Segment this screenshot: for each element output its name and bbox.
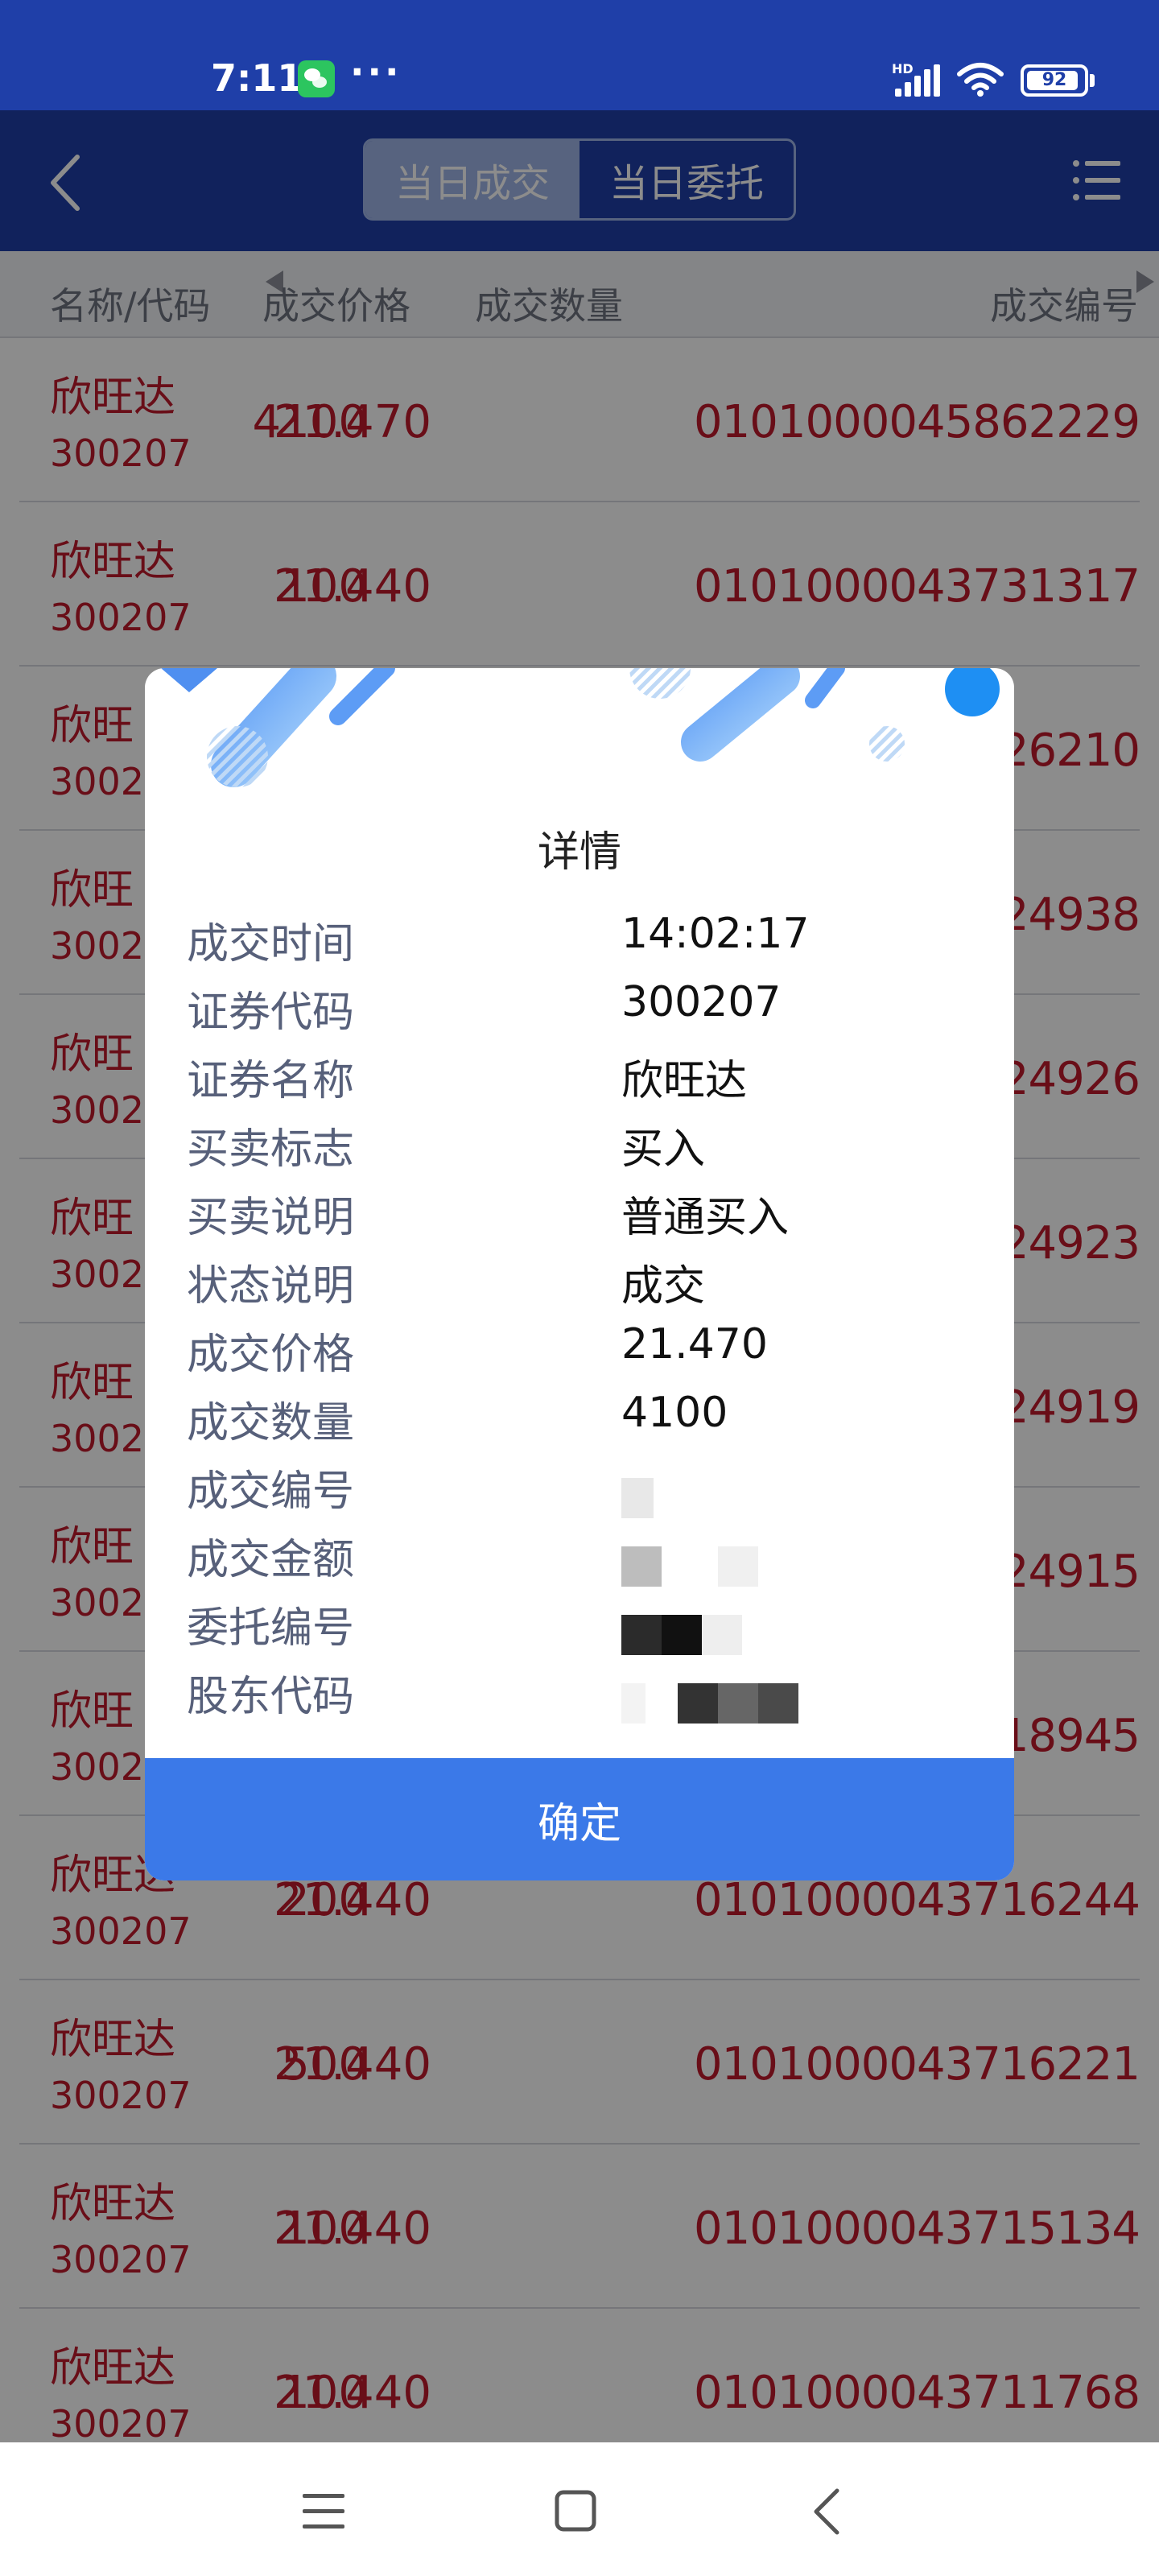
redacted-value <box>718 1683 758 1724</box>
home-icon[interactable] <box>544 2479 608 2544</box>
detail-value: 普通买入 <box>621 1194 790 1242</box>
redacted-value <box>621 1546 662 1587</box>
detail-label: 状态说明 <box>187 1262 355 1311</box>
detail-row: 买卖说明 普通买入 <box>187 1183 992 1252</box>
detail-value: 买入 <box>621 1125 706 1174</box>
detail-value: 欣旺达 <box>621 1057 748 1105</box>
detail-row: 成交金额 <box>187 1525 992 1594</box>
battery-terminal <box>1090 74 1095 87</box>
redacted-value <box>662 1615 702 1655</box>
redacted-value <box>621 1683 645 1724</box>
redacted-value <box>621 1478 654 1518</box>
detail-label: 买卖说明 <box>187 1194 355 1242</box>
detail-value: 成交 <box>621 1262 706 1311</box>
dialog-header-decoration <box>161 668 1000 787</box>
detail-row: 状态说明 成交 <box>187 1252 992 1320</box>
status-bar: 7:11 ··· HD 92 <box>0 0 1159 110</box>
detail-label: 成交数量 <box>187 1399 355 1447</box>
detail-label: 股东代码 <box>187 1673 355 1721</box>
redacted-value <box>718 1546 758 1587</box>
detail-row: 成交数量 4100 <box>187 1389 992 1457</box>
detail-row: 股东代码 <box>187 1662 992 1731</box>
detail-label: 成交价格 <box>187 1331 355 1379</box>
wifi-icon <box>957 63 1004 97</box>
detail-value: 4100 <box>621 1389 728 1437</box>
cellular-signal-icon <box>895 64 943 97</box>
detail-label: 买卖标志 <box>187 1125 355 1174</box>
wechat-notification-icon <box>298 60 335 97</box>
detail-row: 买卖标志 买入 <box>187 1115 992 1183</box>
status-time: 7:11 <box>211 56 303 100</box>
detail-label: 证券代码 <box>187 989 355 1037</box>
detail-row: 证券名称 欣旺达 <box>187 1046 992 1115</box>
dialog-title: 详情 <box>537 828 621 877</box>
detail-label: 委托编号 <box>187 1604 355 1653</box>
battery-percent: 92 <box>1041 70 1067 90</box>
detail-row: 委托编号 <box>187 1594 992 1662</box>
more-notifications-icon: ··· <box>350 50 402 93</box>
detail-row: 成交时间 14:02:17 <box>187 910 992 978</box>
redacted-value <box>758 1683 798 1724</box>
detail-label: 成交编号 <box>187 1468 355 1516</box>
detail-value: 21.470 <box>621 1320 768 1368</box>
detail-row: 成交价格 21.470 <box>187 1320 992 1389</box>
redacted-value <box>678 1683 718 1724</box>
redacted-value <box>621 1615 662 1655</box>
detail-value: 300207 <box>621 978 782 1026</box>
detail-label: 证券名称 <box>187 1057 355 1105</box>
recent-apps-icon[interactable] <box>291 2479 356 2544</box>
detail-fields: 成交时间 14:02:17 证券代码 300207 证券名称 欣旺达买卖标志 买入买卖说明 普… <box>187 910 992 1731</box>
confirm-button[interactable]: 确定 <box>145 1758 1014 1880</box>
detail-row: 成交编号 <box>187 1457 992 1525</box>
detail-dialog: 详情 成交时间 14:02:17 证券代码 300207 证券名称 欣旺达 买卖标志 买入 买卖… <box>145 668 1014 1880</box>
detail-label: 成交时间 <box>187 920 355 968</box>
battery-icon: 92 <box>1021 64 1088 97</box>
redacted-value <box>702 1615 742 1655</box>
back-icon[interactable] <box>797 2479 861 2544</box>
detail-row: 证券代码 300207 <box>187 978 992 1046</box>
system-navigation-bar <box>0 2442 1159 2576</box>
detail-value: 14:02:17 <box>621 910 810 958</box>
detail-label: 成交金额 <box>187 1536 355 1584</box>
